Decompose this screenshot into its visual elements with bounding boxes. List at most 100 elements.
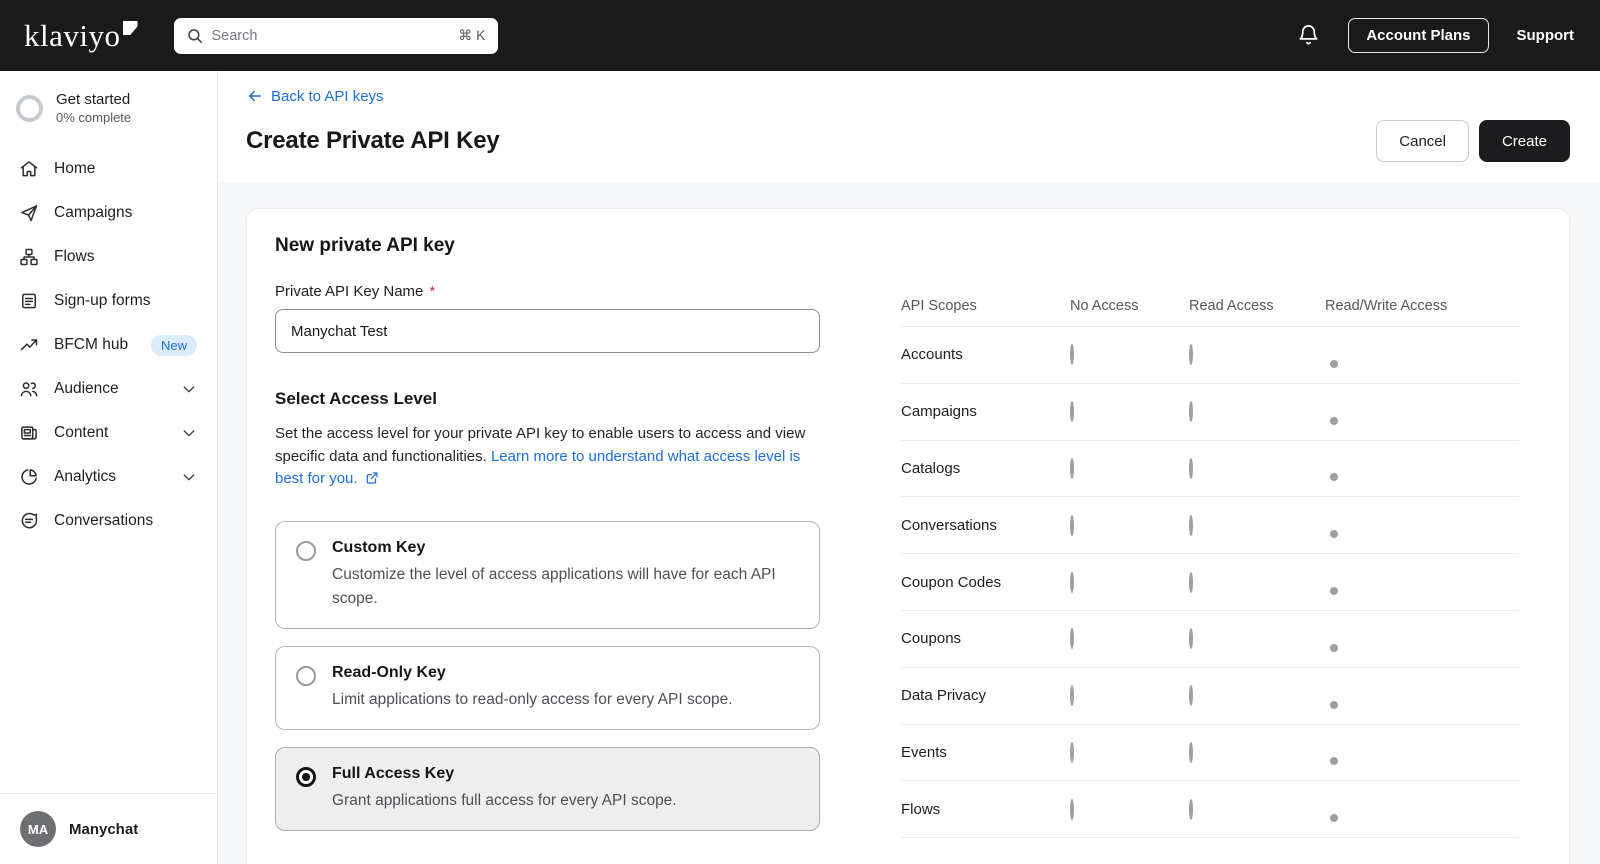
column-header-readwrite-access: Read/Write Access	[1325, 298, 1519, 314]
radio-read-only-key[interactable]	[296, 666, 316, 686]
external-link-icon	[365, 470, 379, 493]
radio-no-access[interactable]	[1070, 628, 1074, 649]
account-plans-button[interactable]: Account Plans	[1348, 18, 1488, 53]
pie-chart-icon	[18, 467, 40, 487]
sidebar-item-campaigns[interactable]: Campaigns	[0, 191, 217, 235]
radio-read-access[interactable]	[1189, 458, 1193, 479]
topbar: klaviyo ⌘ K Account Plans Support	[0, 0, 1600, 71]
sidebar-item-analytics[interactable]: Analytics	[0, 455, 217, 499]
sidebar-item-label: BFCM hub	[54, 336, 128, 354]
get-started-progress: 0% complete	[56, 110, 131, 125]
logo-wordmark: klaviyo	[24, 20, 121, 51]
sidebar-nav: Home Campaigns Flows Sign-up forms BFCM …	[0, 139, 217, 543]
search-input[interactable]	[212, 28, 451, 44]
search-icon	[186, 27, 204, 45]
table-row: Catalogs	[901, 441, 1519, 498]
back-to-api-keys-link[interactable]: Back to API keys	[246, 87, 384, 105]
sidebar-item-label: Audience	[54, 380, 119, 398]
radio-no-access[interactable]	[1070, 401, 1074, 422]
sidebar-item-home[interactable]: Home	[0, 147, 217, 191]
radio-no-access[interactable]	[1070, 742, 1074, 763]
radio-read-access[interactable]	[1189, 685, 1193, 706]
option-title: Read-Only Key	[332, 664, 733, 682]
sidebar-item-conversations[interactable]: Conversations	[0, 499, 217, 543]
support-link[interactable]: Support	[1517, 27, 1575, 44]
avatar: MA	[20, 811, 56, 847]
radio-no-access[interactable]	[1070, 685, 1074, 706]
sidebar-item-content[interactable]: Content	[0, 411, 217, 455]
people-icon	[18, 379, 40, 399]
option-description: Customize the level of access applicatio…	[332, 563, 799, 611]
scope-name: Events	[901, 744, 1070, 761]
scope-name: Campaigns	[901, 403, 1070, 420]
option-description: Limit applications to read-only access f…	[332, 688, 733, 712]
trend-up-icon	[18, 335, 40, 355]
global-search[interactable]: ⌘ K	[174, 18, 498, 54]
chevron-down-icon	[181, 469, 197, 485]
page-header: Back to API keys Create Private API Key …	[218, 71, 1600, 182]
key-name-label: Private API Key Name *	[275, 283, 820, 300]
back-link-label: Back to API keys	[271, 88, 384, 105]
sidebar-item-label: Analytics	[54, 468, 116, 486]
notifications-bell-icon[interactable]	[1297, 24, 1320, 47]
access-level-description: Set the access level for your private AP…	[275, 423, 820, 493]
main-content: Back to API keys Create Private API Key …	[218, 71, 1600, 864]
scope-name: Accounts	[901, 346, 1070, 363]
key-form-column: Private API Key Name * Select Access Lev…	[275, 283, 820, 838]
form-icon	[18, 291, 40, 311]
key-name-input[interactable]	[275, 309, 820, 353]
radio-custom-key[interactable]	[296, 541, 316, 561]
radio-read-access[interactable]	[1189, 401, 1193, 422]
content-area: New private API key Private API Key Name…	[218, 182, 1600, 864]
sidebar-item-signup-forms[interactable]: Sign-up forms	[0, 279, 217, 323]
column-header-no-access: No Access	[1070, 298, 1189, 314]
table-row: Data Privacy	[901, 668, 1519, 725]
option-custom-key[interactable]: Custom Key Customize the level of access…	[275, 521, 820, 629]
home-icon	[18, 159, 40, 179]
page-title: Create Private API Key	[246, 127, 500, 155]
sidebar-item-label: Campaigns	[54, 204, 132, 222]
radio-no-access[interactable]	[1070, 799, 1074, 820]
radio-no-access[interactable]	[1070, 458, 1074, 479]
table-row: Campaigns	[901, 384, 1519, 441]
get-started[interactable]: Get started 0% complete	[0, 71, 217, 139]
radio-read-access[interactable]	[1189, 344, 1193, 365]
sidebar: Get started 0% complete Home Campaigns F…	[0, 71, 218, 864]
table-row: Flows	[901, 781, 1519, 838]
scope-name: Conversations	[901, 517, 1070, 534]
scope-name: Coupons	[901, 630, 1070, 647]
account-switcher[interactable]: MA Manychat	[0, 793, 217, 864]
sidebar-item-bfcm-hub[interactable]: BFCM hub New	[0, 323, 217, 367]
radio-read-access[interactable]	[1189, 799, 1193, 820]
option-title: Custom Key	[332, 539, 799, 557]
sidebar-item-flows[interactable]: Flows	[0, 235, 217, 279]
chevron-down-icon	[181, 425, 197, 441]
klaviyo-logo[interactable]: klaviyo	[24, 20, 138, 51]
radio-read-access[interactable]	[1189, 742, 1193, 763]
scope-name: Data Privacy	[901, 687, 1070, 704]
access-level-title: Select Access Level	[275, 389, 820, 409]
table-row: Accounts	[901, 327, 1519, 384]
sidebar-item-label: Sign-up forms	[54, 292, 150, 310]
option-description: Grant applications full access for every…	[332, 789, 677, 813]
radio-no-access[interactable]	[1070, 572, 1074, 593]
account-name: Manychat	[69, 821, 138, 838]
search-shortcut: ⌘ K	[458, 27, 485, 44]
scope-name: Coupon Codes	[901, 574, 1070, 591]
sidebar-item-audience[interactable]: Audience	[0, 367, 217, 411]
sidebar-item-label: Home	[54, 160, 95, 178]
option-read-only-key[interactable]: Read-Only Key Limit applications to read…	[275, 646, 820, 730]
scope-name: Flows	[901, 801, 1070, 818]
cancel-button[interactable]: Cancel	[1376, 120, 1469, 162]
radio-read-access[interactable]	[1189, 515, 1193, 536]
radio-no-access[interactable]	[1070, 344, 1074, 365]
create-button[interactable]: Create	[1479, 120, 1570, 162]
radio-read-access[interactable]	[1189, 572, 1193, 593]
radio-no-access[interactable]	[1070, 515, 1074, 536]
option-full-access-key[interactable]: Full Access Key Grant applications full …	[275, 747, 820, 831]
flow-icon	[18, 247, 40, 267]
radio-full-access-key[interactable]	[296, 767, 316, 787]
key-name-label-text: Private API Key Name	[275, 283, 423, 300]
radio-read-access[interactable]	[1189, 628, 1193, 649]
get-started-title: Get started	[56, 91, 131, 108]
